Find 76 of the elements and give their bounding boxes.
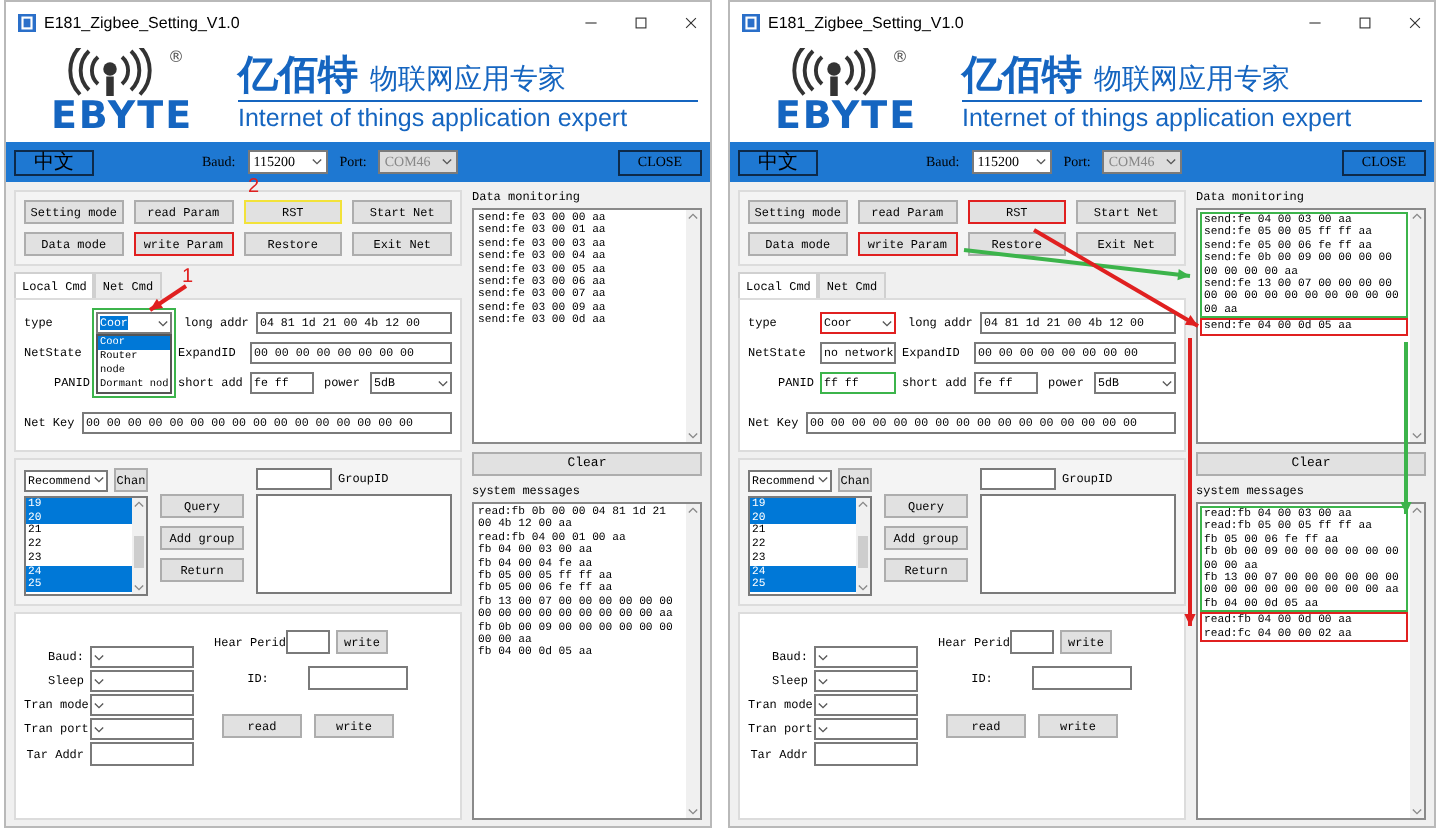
dropdown[interactable] (90, 646, 194, 668)
scrollbar-thumb[interactable] (134, 536, 144, 568)
dropdown[interactable] (814, 670, 918, 692)
caret-icon (818, 476, 828, 484)
caret-icon (882, 319, 892, 327)
slogan: 物联网应用专家 (1094, 61, 1290, 97)
brand-name: EBYTE (774, 96, 918, 136)
caret-icon (94, 701, 104, 709)
slogan-english: Internet of things application expert (962, 103, 1354, 133)
company-name: 亿佰特 (238, 51, 358, 95)
annotation-number: 2 (248, 178, 260, 198)
scroll-down-icon[interactable] (688, 431, 698, 440)
caret-icon (94, 677, 104, 685)
brand-name: EBYTE (50, 96, 194, 136)
scroll-down-icon[interactable] (858, 584, 868, 592)
dropdown[interactable] (814, 646, 918, 668)
annotation-number: 1 (182, 268, 194, 288)
company-name: 亿佰特 (962, 51, 1082, 95)
scroll-up-icon[interactable] (858, 500, 868, 508)
scroll-down-icon[interactable] (1412, 808, 1422, 816)
caret-icon (438, 379, 448, 387)
caret-icon (311, 158, 322, 166)
caret-icon (94, 476, 104, 484)
caret-icon (818, 677, 828, 685)
app-icon (18, 13, 36, 31)
text-field[interactable] (1010, 630, 1054, 654)
caret-icon (818, 653, 828, 661)
scrollbar[interactable] (132, 498, 146, 594)
text-field[interactable] (90, 742, 194, 766)
caret-icon (94, 725, 104, 733)
group-id-field[interactable] (256, 468, 332, 490)
scroll-up-icon[interactable] (688, 505, 698, 514)
maximize-icon[interactable] (634, 15, 648, 29)
scrollbar-thumb[interactable] (858, 536, 868, 568)
window-title: E181_Zigbee_Setting_V1.0 (44, 13, 240, 31)
scrollbar[interactable] (686, 210, 700, 442)
scroll-up-icon[interactable] (1412, 212, 1422, 220)
group-id-field[interactable] (980, 468, 1056, 490)
maximize-icon[interactable] (1358, 15, 1372, 29)
caret-icon (1166, 158, 1177, 166)
app-icon (742, 13, 760, 31)
scroll-down-icon[interactable] (134, 584, 144, 592)
text-field[interactable] (308, 666, 408, 690)
text-field[interactable] (1032, 666, 1132, 690)
text-field[interactable] (286, 630, 330, 654)
dropdown[interactable] (814, 694, 918, 716)
language-button[interactable]: 中文 (738, 149, 818, 175)
caret-icon (1035, 158, 1046, 166)
caret-icon (442, 158, 453, 166)
scrollbar[interactable] (1410, 503, 1424, 818)
scrollbar[interactable] (686, 503, 700, 818)
language-button[interactable]: 中文 (14, 149, 94, 175)
scroll-up-icon[interactable] (688, 212, 698, 220)
caret-icon (158, 319, 168, 327)
scroll-down-icon[interactable] (688, 808, 698, 816)
registered-mark: ® (892, 48, 908, 66)
scroll-down-icon[interactable] (1412, 431, 1422, 440)
slogan-english: Internet of things application expert (238, 103, 630, 133)
caret-icon (1162, 379, 1172, 387)
scroll-up-icon[interactable] (1412, 505, 1422, 514)
caret-icon (818, 725, 828, 733)
dropdown[interactable] (814, 718, 918, 740)
caret-icon (94, 653, 104, 661)
dropdown[interactable] (90, 718, 194, 740)
scroll-up-icon[interactable] (134, 500, 144, 508)
scrollbar[interactable] (856, 498, 870, 594)
slogan: 物联网应用专家 (370, 61, 566, 97)
close-icon[interactable] (684, 15, 698, 29)
text-field[interactable] (814, 742, 918, 766)
caret-icon (818, 701, 828, 709)
scrollbar[interactable] (1410, 210, 1424, 442)
dropdown[interactable] (90, 694, 194, 716)
close-icon[interactable] (1408, 15, 1422, 29)
registered-mark: ® (168, 48, 184, 66)
dropdown[interactable] (90, 670, 194, 692)
window-title: E181_Zigbee_Setting_V1.0 (768, 13, 964, 31)
